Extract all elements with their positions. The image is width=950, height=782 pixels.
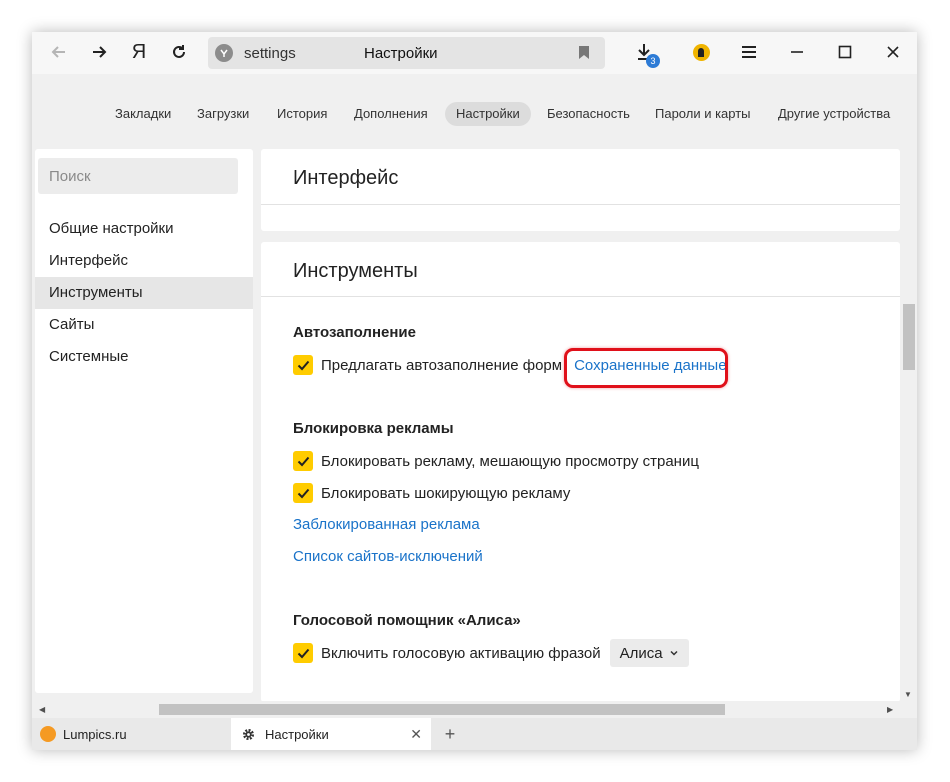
sidebar-item-interface[interactable]: Интерфейс: [35, 245, 253, 277]
new-tab-button[interactable]: +: [440, 718, 460, 750]
maximize-button[interactable]: [830, 37, 860, 67]
minimize-icon: [791, 51, 803, 53]
arrow-left-icon: [51, 46, 65, 58]
alice-icon: [692, 43, 710, 61]
tab-other-devices[interactable]: Другие устройства: [767, 102, 901, 126]
search-input[interactable]: Поиск: [38, 158, 238, 194]
horizontal-scrollbar[interactable]: ◀ ▶: [35, 701, 900, 717]
adblock-intrusive-checkbox[interactable]: [293, 451, 313, 471]
autofill-checkbox[interactable]: [293, 355, 313, 375]
close-window-button[interactable]: [878, 37, 908, 67]
adblock-option-intrusive: Блокировать рекламу, мешающую просмотру …: [293, 450, 699, 472]
forward-button[interactable]: [84, 37, 114, 67]
reload-icon: [173, 45, 185, 58]
settings-top-nav: Закладки Загрузки История Дополнения Нас…: [32, 74, 917, 148]
hamburger-icon: [742, 46, 756, 58]
alice-activation-label: Включить голосовую активацию фразой: [321, 644, 601, 662]
tab-settings[interactable]: Настройки: [445, 102, 531, 126]
vertical-scroll-thumb[interactable]: [903, 304, 915, 370]
scroll-down-arrow-icon[interactable]: ▼: [904, 690, 912, 699]
adblock-intrusive-label: Блокировать рекламу, мешающую просмотру …: [321, 452, 699, 470]
sidebar-item-tools[interactable]: Инструменты: [35, 277, 253, 309]
adblock-heading: Блокировка рекламы: [293, 420, 454, 437]
search-placeholder: Поиск: [49, 168, 91, 185]
vertical-scrollbar[interactable]: ▼: [900, 149, 915, 701]
arrow-right-icon: [93, 46, 107, 58]
yandex-logo-button[interactable]: Я: [124, 37, 154, 67]
alice-heading: Голосовой помощник «Алиса»: [293, 612, 521, 629]
tools-card: Инструменты Автозаполнение Предлагать ав…: [261, 242, 900, 702]
tab-bookmarks[interactable]: Закладки: [104, 102, 182, 126]
adblock-shocking-label: Блокировать шокирующую рекламу: [321, 484, 571, 502]
divider: [261, 296, 900, 297]
address-bar[interactable]: settings Настройки: [208, 37, 605, 69]
close-tab-icon[interactable]: ✕: [410, 726, 422, 743]
browser-tabs-bar: Lumpics.ru Настройки ✕ +: [32, 718, 917, 750]
yandex-site-icon: [215, 44, 233, 62]
downloads-count-badge: 3: [646, 54, 660, 68]
browser-tab-label: Настройки: [265, 726, 329, 742]
browser-tab-settings[interactable]: Настройки ✕: [231, 718, 431, 750]
back-button[interactable]: [44, 37, 74, 67]
alice-option: Включить голосовую активацию фразой Алис…: [293, 639, 689, 667]
activation-phrase-select[interactable]: Алиса: [609, 639, 689, 667]
tools-section-title: Инструменты: [293, 260, 418, 282]
sidebar-item-sites[interactable]: Сайты: [35, 309, 253, 341]
tab-security[interactable]: Безопасность: [536, 102, 641, 126]
close-icon: [887, 46, 899, 58]
autofill-option-label: Предлагать автозаполнение форм: [321, 356, 563, 374]
activation-phrase-value: Алиса: [619, 644, 663, 662]
maximize-icon: [838, 45, 852, 59]
scroll-left-arrow-icon[interactable]: ◀: [39, 705, 45, 714]
orange-favicon-icon: [40, 726, 56, 742]
exception-sites-link[interactable]: Список сайтов-исключений: [293, 548, 483, 565]
tab-extensions[interactable]: Дополнения: [343, 102, 439, 126]
divider: [261, 204, 900, 205]
browser-tab-label: Lumpics.ru: [63, 726, 127, 742]
checkmark-icon: [297, 648, 309, 658]
sidebar-item-system[interactable]: Системные: [35, 341, 253, 373]
adblock-option-shocking: Блокировать шокирующую рекламу: [293, 482, 570, 504]
checkmark-icon: [297, 456, 309, 466]
yandex-logo-icon: Я: [131, 40, 147, 63]
minimize-button[interactable]: [782, 37, 812, 67]
downloads-button[interactable]: 3: [629, 37, 660, 68]
bookmark-icon[interactable]: [578, 45, 590, 65]
menu-button[interactable]: [734, 37, 764, 67]
highlight-frame: [564, 348, 728, 388]
address-url: settings: [244, 45, 296, 62]
settings-sidebar: Поиск Общие настройки Интерфейс Инструме…: [35, 149, 253, 693]
title-bar: Я settings Настройки 3: [32, 32, 917, 74]
browser-tab-lumpics[interactable]: Lumpics.ru: [40, 718, 230, 750]
tab-history[interactable]: История: [266, 102, 338, 126]
sidebar-item-general[interactable]: Общие настройки: [35, 213, 253, 245]
tab-downloads[interactable]: Загрузки: [186, 102, 260, 126]
chevron-down-icon: [670, 650, 678, 656]
tab-passwords-cards[interactable]: Пароли и карты: [644, 102, 762, 126]
blocked-ads-link[interactable]: Заблокированная реклама: [293, 516, 480, 533]
checkmark-icon: [297, 488, 309, 498]
browser-window: Я settings Настройки 3 Закладки Загрузки…: [32, 32, 917, 750]
autofill-heading: Автозаполнение: [293, 324, 416, 341]
alice-activation-checkbox[interactable]: [293, 643, 313, 663]
checkmark-icon: [297, 360, 309, 370]
interface-section-title: Интерфейс: [293, 167, 399, 189]
horizontal-scroll-thumb[interactable]: [159, 704, 725, 715]
reload-button[interactable]: [164, 37, 194, 67]
address-page-title: Настройки: [364, 45, 438, 62]
interface-card: Интерфейс: [261, 149, 900, 231]
adblock-shocking-checkbox[interactable]: [293, 483, 313, 503]
alice-button[interactable]: [686, 37, 716, 67]
scroll-right-arrow-icon[interactable]: ▶: [887, 705, 893, 714]
gear-icon: [242, 728, 255, 740]
